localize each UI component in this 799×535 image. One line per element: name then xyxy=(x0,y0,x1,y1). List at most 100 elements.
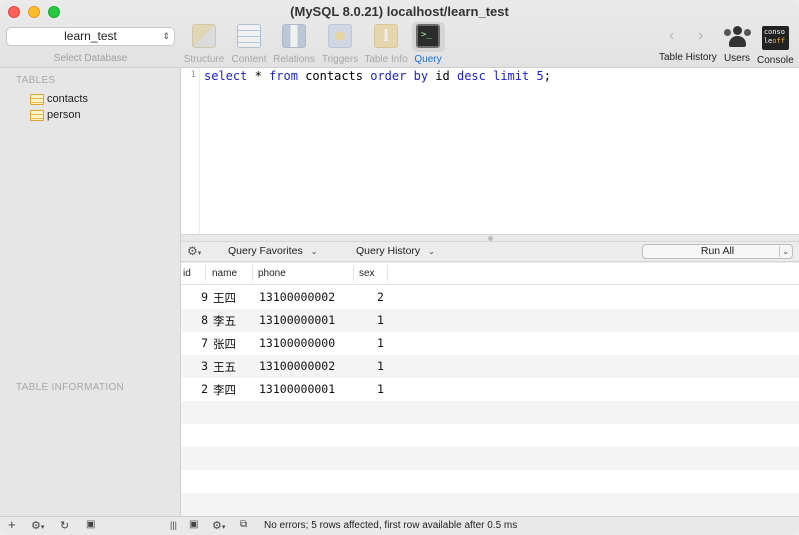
sidebar-item-label: contacts xyxy=(47,93,88,105)
line-gutter: 1 xyxy=(181,68,200,234)
column-header-sex[interactable]: sex xyxy=(359,268,375,279)
query-bar: ⚙▾ Query Favorites ⌄ Query History ⌄ Run A… xyxy=(181,242,799,262)
column-header-phone[interactable]: phone xyxy=(258,268,286,279)
image-icon[interactable]: ▣ xyxy=(189,519,198,530)
drag-handle-icon xyxy=(488,236,493,241)
column-header-name[interactable]: name xyxy=(212,268,237,279)
column-header-id[interactable]: id xyxy=(183,268,191,279)
console-label: Console xyxy=(757,55,794,66)
tab-relations[interactable]: Relations xyxy=(269,24,319,65)
content-icon xyxy=(237,24,261,48)
tab-content[interactable]: Content xyxy=(224,24,274,65)
table-row[interactable]: 7 张四 13100000000 1 xyxy=(181,332,799,355)
run-all-button[interactable]: Run All ⌄ xyxy=(642,244,793,259)
cell-name[interactable]: 张四 xyxy=(213,336,236,352)
tab-query-label: Query xyxy=(414,54,442,65)
sidebar: TABLES contacts person TABLE INFORMATION xyxy=(0,68,181,516)
results-header: id name phone sex xyxy=(181,263,799,285)
cell-sex[interactable]: 1 xyxy=(377,313,384,327)
table-info-icon: i xyxy=(374,24,398,48)
tab-content-label: Content xyxy=(231,54,267,65)
relations-icon xyxy=(282,24,306,48)
table-history-button[interactable]: Table History xyxy=(659,52,717,63)
query-favorites-dropdown[interactable]: Query Favorites ⌄ xyxy=(228,245,317,257)
gear-icon[interactable]: ⚙▾ xyxy=(187,244,201,258)
sidebar-item-contacts[interactable]: contacts xyxy=(30,93,88,105)
cell-name[interactable]: 李四 xyxy=(213,382,236,398)
chevron-down-icon[interactable]: ⌄ xyxy=(782,245,789,258)
table-icon xyxy=(30,109,44,121)
cell-sex[interactable]: 1 xyxy=(377,336,384,350)
empty-row xyxy=(181,447,799,470)
table-row[interactable]: 3 王五 13100000002 1 xyxy=(181,355,799,378)
cell-id[interactable]: 9 xyxy=(201,290,208,304)
tables-header: TABLES xyxy=(16,75,56,86)
back-button[interactable]: ‹ xyxy=(669,27,674,45)
table-information-header: TABLE INFORMATION xyxy=(16,382,125,393)
tab-triggers[interactable]: Triggers xyxy=(315,24,365,65)
chevron-down-icon: ⌄ xyxy=(428,247,435,256)
empty-row xyxy=(181,401,799,424)
chevron-updown-icon: ⇕ xyxy=(162,31,170,41)
users-button[interactable]: Users xyxy=(723,26,751,64)
table-history-label: Table History xyxy=(659,52,717,63)
export-icon[interactable]: ⧉ xyxy=(240,519,247,530)
sidebar-item-label: person xyxy=(47,109,81,121)
line-number: 1 xyxy=(190,70,196,80)
query-editor[interactable]: 1 select * from contacts order by id des… xyxy=(181,68,799,234)
filter-icon[interactable]: ▣ xyxy=(86,519,95,530)
toolbar: (MySQL 8.0.21) localhost/learn_test lear… xyxy=(0,0,799,68)
table-row[interactable]: 9 王四 13100000002 2 xyxy=(181,286,799,309)
refresh-icon[interactable]: ↻ xyxy=(60,519,69,532)
users-label: Users xyxy=(723,53,751,64)
console-button[interactable]: conso leoff Console xyxy=(757,26,794,66)
cell-sex[interactable]: 1 xyxy=(377,382,384,396)
tab-relations-label: Relations xyxy=(273,54,315,65)
window-title: (MySQL 8.0.21) localhost/learn_test xyxy=(290,4,509,19)
columns-icon[interactable]: ||| xyxy=(170,520,177,530)
cell-phone[interactable]: 13100000001 xyxy=(259,313,335,327)
cell-phone[interactable]: 13100000002 xyxy=(259,290,335,304)
forward-button[interactable]: › xyxy=(698,27,703,45)
table-row[interactable]: 2 李四 13100000001 1 xyxy=(181,378,799,401)
table-row[interactable]: 8 李五 13100000001 1 xyxy=(181,309,799,332)
cell-id[interactable]: 2 xyxy=(201,382,208,396)
cell-name[interactable]: 王四 xyxy=(213,290,236,306)
run-all-label: Run All xyxy=(700,245,735,257)
query-history-dropdown[interactable]: Query History ⌄ xyxy=(356,245,435,257)
gear-icon[interactable]: ⚙▾ xyxy=(212,519,225,532)
sidebar-item-person[interactable]: person xyxy=(30,109,81,121)
cell-sex[interactable]: 2 xyxy=(377,290,384,304)
gear-icon[interactable]: ⚙▾ xyxy=(31,519,44,532)
empty-row xyxy=(181,424,799,447)
query-text[interactable]: select * from contacts order by id desc … xyxy=(204,69,551,83)
status-bar: + ⚙▾ ↻ ▣ ||| ▣ ⚙▾ ⧉ No errors; 5 rows af… xyxy=(0,516,799,535)
tab-query[interactable]: >_ Query xyxy=(403,22,453,65)
structure-icon xyxy=(192,24,216,48)
add-table-button[interactable]: + xyxy=(8,517,16,532)
cell-sex[interactable]: 1 xyxy=(377,359,384,373)
users-icon xyxy=(723,26,751,48)
cell-id[interactable]: 8 xyxy=(201,313,208,327)
database-name: learn_test xyxy=(64,29,117,43)
database-select[interactable]: learn_test ⇕ xyxy=(6,27,175,46)
empty-row xyxy=(181,470,799,493)
results-table: id name phone sex 9 王四 13100000002 2 8 李五 1310… xyxy=(181,263,799,516)
tab-triggers-label: Triggers xyxy=(321,54,359,65)
console-icon: conso leoff xyxy=(761,26,789,50)
database-caption: Select Database xyxy=(53,53,128,64)
status-message: No errors; 5 rows affected, first row av… xyxy=(264,520,518,531)
cell-name[interactable]: 王五 xyxy=(213,359,236,375)
editor-splitter[interactable] xyxy=(181,234,799,242)
cell-phone[interactable]: 13100000002 xyxy=(259,359,335,373)
cell-phone[interactable]: 13100000000 xyxy=(259,336,335,350)
cell-id[interactable]: 3 xyxy=(201,359,208,373)
empty-row xyxy=(181,493,799,516)
app-window: (MySQL 8.0.21) localhost/learn_test lear… xyxy=(0,0,799,535)
cell-name[interactable]: 李五 xyxy=(213,313,236,329)
table-icon xyxy=(30,93,44,105)
tab-structure[interactable]: Structure xyxy=(179,24,229,65)
triggers-icon xyxy=(328,24,352,48)
cell-phone[interactable]: 13100000001 xyxy=(259,382,335,396)
cell-id[interactable]: 7 xyxy=(201,336,208,350)
